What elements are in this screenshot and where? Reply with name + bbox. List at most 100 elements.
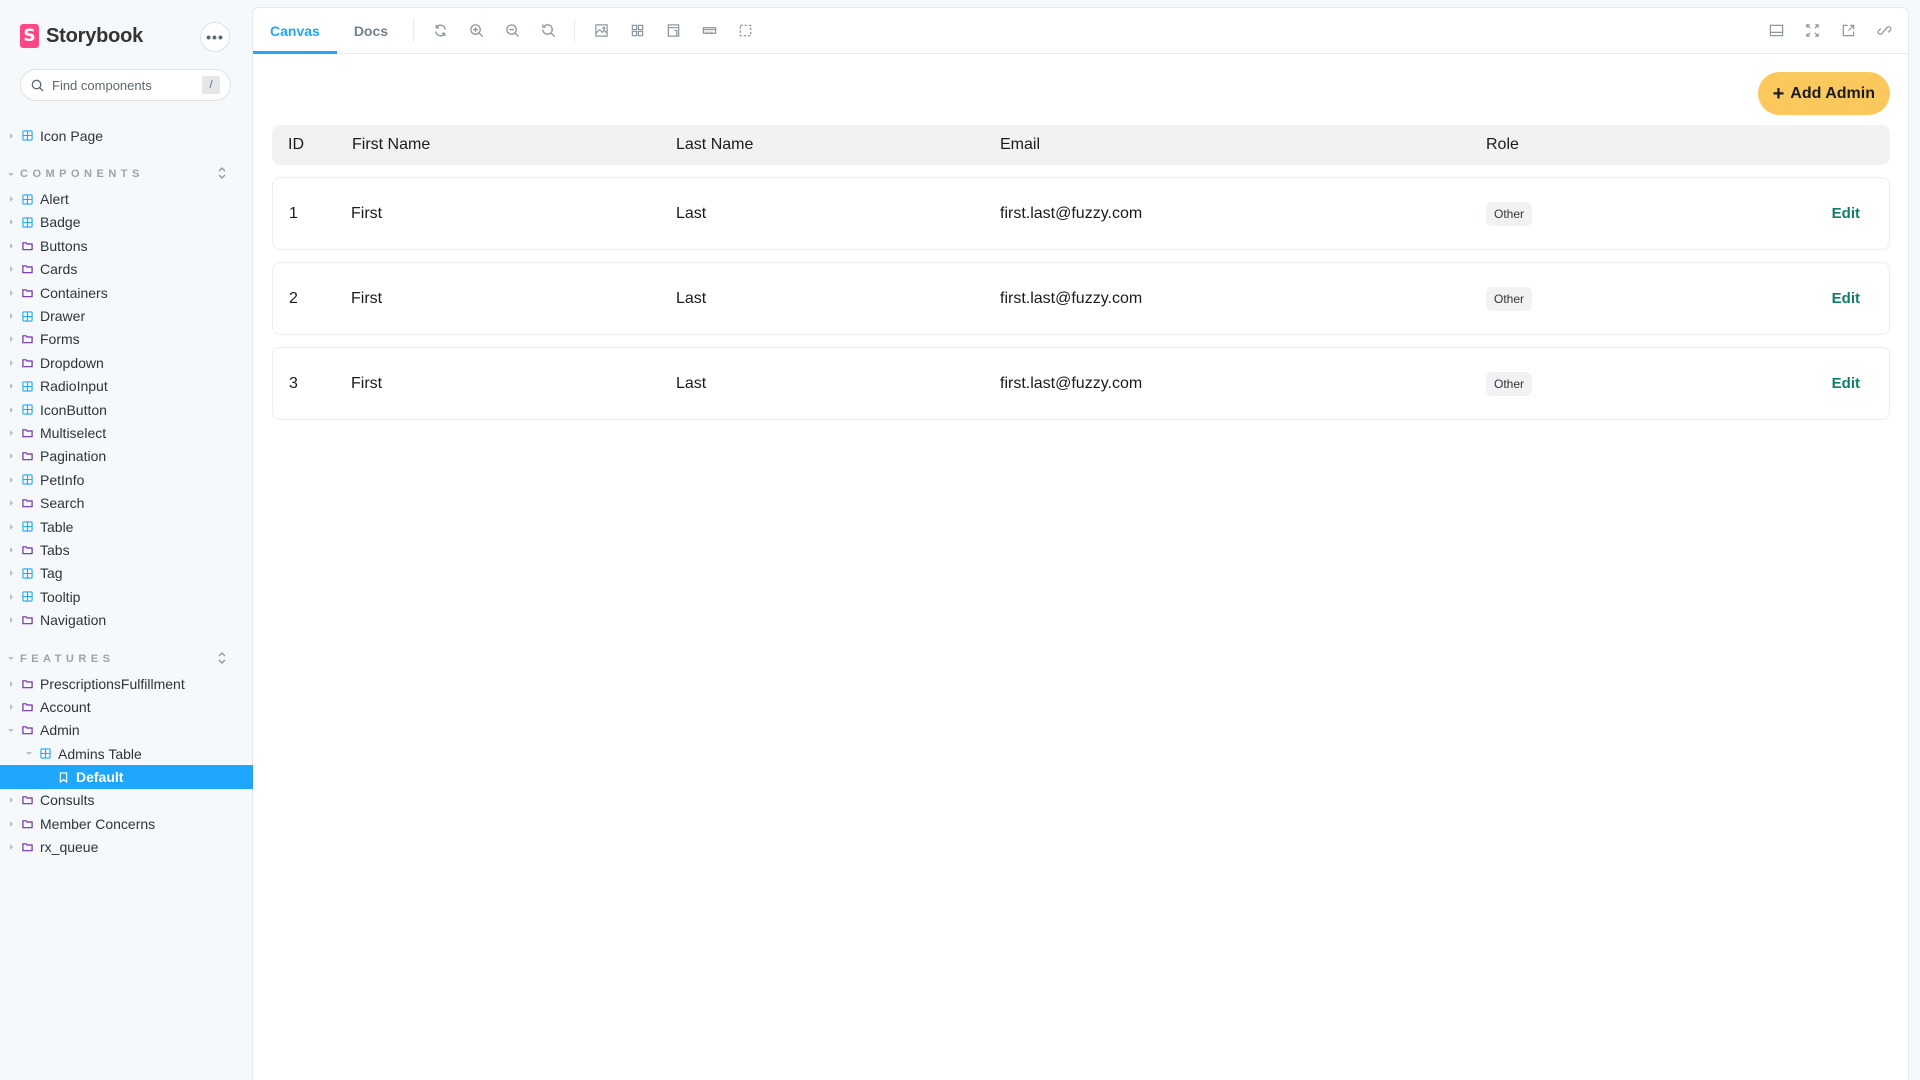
sidebar-item-label: Forms [40, 331, 80, 348]
component-icon [20, 520, 34, 534]
add-admin-button[interactable]: + Add Admin [1757, 72, 1890, 115]
sidebar-item-label: Cards [40, 261, 78, 278]
sidebar-item-admin[interactable]: Admin [0, 719, 253, 742]
sidebar-item-search[interactable]: Search [0, 491, 253, 514]
sidebar-item-icon-page[interactable]: Icon Page [0, 124, 253, 147]
search-input[interactable] [52, 77, 182, 93]
sidebar-item-tabs[interactable]: Tabs [0, 538, 253, 561]
zoom-in-button[interactable] [458, 8, 494, 53]
section-header-features[interactable]: FEATURES [0, 646, 253, 672]
ellipsis-icon: ••• [206, 29, 224, 45]
search-box[interactable]: / [20, 69, 231, 101]
sidebar-item-label: Drawer [40, 308, 86, 325]
reload-icon [434, 24, 446, 37]
fullscreen-icon [1805, 24, 1819, 37]
chevron-right-icon [6, 453, 16, 459]
sidebar-item-navigation[interactable]: Navigation [0, 608, 253, 631]
chevron-right-icon [6, 594, 16, 600]
section-header-components[interactable]: COMPONENTS [0, 161, 253, 187]
chevron-right-icon [6, 313, 16, 319]
sidebar-item-petinfo[interactable]: PetInfo [0, 468, 253, 491]
sidebar-item-member-concerns[interactable]: Member Concerns [0, 812, 253, 835]
cell-email: first.last@fuzzy.com [1000, 289, 1143, 307]
more-options-button[interactable]: ••• [200, 22, 230, 52]
sidebar-item-label: Tooltip [40, 588, 81, 605]
measure-button[interactable] [691, 8, 727, 53]
tab-docs[interactable]: Docs [337, 8, 405, 53]
toolbar: Canvas Docs [253, 8, 1908, 54]
sidebar-item-radioinput[interactable]: RadioInput [0, 375, 253, 398]
sidebar-item-label: Dropdown [40, 354, 104, 371]
sidebar-item-label: RadioInput [40, 378, 108, 395]
role-badge: Other [1486, 286, 1533, 311]
cell-email: first.last@fuzzy.com [1000, 204, 1143, 222]
chevron-right-icon [6, 570, 16, 576]
open-new-tab-button[interactable] [1830, 8, 1866, 53]
folder-icon [20, 793, 34, 807]
edit-link[interactable]: Edit [1790, 290, 1889, 307]
cell-last-name: Last [676, 289, 707, 307]
expand-collapse-all-icon[interactable] [217, 651, 227, 668]
sidebar-item-default[interactable]: Default [0, 765, 253, 789]
folder-icon [20, 543, 34, 557]
sidebar-item-iconbutton[interactable]: IconButton [0, 398, 253, 421]
component-icon [20, 590, 34, 604]
component-tree: Icon Page COMPONENTS Alert Badge Buttons Card… [0, 124, 253, 859]
sidebar-item-tooltip[interactable]: Tooltip [0, 585, 253, 608]
zoom-out-button[interactable] [494, 8, 530, 53]
viewport-button[interactable] [655, 8, 691, 53]
search-icon [31, 79, 44, 91]
folder-icon [20, 723, 34, 737]
sidebar-item-label: Search [40, 495, 85, 512]
outline-button[interactable] [727, 8, 763, 53]
folder-icon [20, 840, 34, 854]
storybook-logo-icon: S [20, 24, 39, 48]
sidebar-item-admins-table[interactable]: Admins Table [0, 742, 253, 765]
sidebar-item-forms[interactable]: Forms [0, 328, 253, 351]
role-badge: Other [1486, 201, 1533, 226]
fullscreen-button[interactable] [1794, 8, 1830, 53]
sidebar-item-drawer[interactable]: Drawer [0, 304, 253, 327]
sidebar-item-tag[interactable]: Tag [0, 562, 253, 585]
admins-table: ID First Name Last Name Email Role 1 Fir… [272, 125, 1890, 420]
sidebar-item-badge[interactable]: Badge [0, 211, 253, 234]
chevron-right-icon [6, 500, 16, 506]
background-icon [594, 24, 608, 37]
chevron-right-icon [6, 547, 16, 553]
sidebar-item-label: Table [40, 518, 74, 535]
expand-collapse-all-icon[interactable] [217, 166, 227, 183]
edit-link[interactable]: Edit [1790, 375, 1889, 392]
sidebar-item-buttons[interactable]: Buttons [0, 234, 253, 257]
sidebar-item-table[interactable]: Table [0, 515, 253, 538]
chevron-right-icon [6, 407, 16, 413]
sidebar-item-containers[interactable]: Containers [0, 281, 253, 304]
copy-link-button[interactable] [1866, 8, 1902, 53]
background-button[interactable] [583, 8, 619, 53]
column-header-role: Role [1486, 136, 1519, 153]
sidebar-item-dropdown[interactable]: Dropdown [0, 351, 253, 374]
tab-canvas[interactable]: Canvas [253, 8, 337, 54]
sidebar-item-consults[interactable]: Consults [0, 789, 253, 812]
cell-email: first.last@fuzzy.com [1000, 374, 1143, 392]
chevron-down-icon [24, 752, 34, 755]
component-icon [20, 215, 34, 229]
zoom-reset-button[interactable] [530, 8, 566, 53]
sidebar-item-multiselect[interactable]: Multiselect [0, 421, 253, 444]
sidebar-item-label: Admins Table [58, 745, 142, 762]
sidebar-item-label: rx_queue [40, 839, 99, 856]
sidebar-item-prescriptionsfulfillment[interactable]: PrescriptionsFulfillment [0, 672, 253, 695]
sidebar-item-alert[interactable]: Alert [0, 187, 253, 210]
cell-role: Other [1486, 371, 1790, 396]
sidebar-item-account[interactable]: Account [0, 695, 253, 718]
sidebar: S Storybook ••• / Icon Page COMPONENTS Ale… [0, 0, 253, 1080]
sidebar-item-pagination[interactable]: Pagination [0, 445, 253, 468]
grid-button[interactable] [619, 8, 655, 53]
chevron-right-icon [6, 797, 16, 803]
toggle-addons-panel-button[interactable] [1758, 8, 1794, 53]
sidebar-item-cards[interactable]: Cards [0, 258, 253, 281]
edit-link[interactable]: Edit [1790, 205, 1889, 222]
brand[interactable]: S Storybook [20, 24, 143, 48]
chevron-right-icon [6, 383, 16, 389]
sidebar-item-rx-queue[interactable]: rx_queue [0, 836, 253, 859]
reload-button[interactable] [422, 8, 458, 53]
